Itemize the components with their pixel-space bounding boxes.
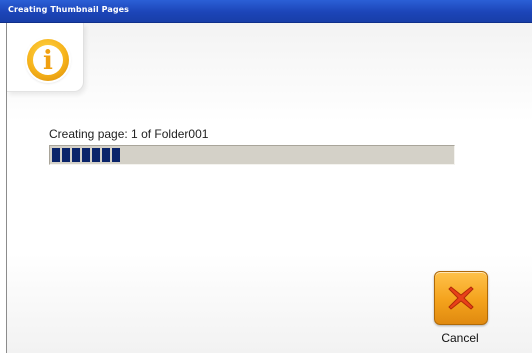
progress-block — [62, 148, 70, 162]
progress-block — [52, 148, 60, 162]
progress-block — [102, 148, 110, 162]
info-icon: i — [27, 39, 69, 81]
progress-block — [112, 148, 120, 162]
progress-block — [92, 148, 100, 162]
cancel-button[interactable]: Cancel — [427, 271, 493, 349]
dialog-content: i Creating page: 1 of Folder001 Cancel — [6, 23, 532, 353]
close-x-icon — [434, 271, 488, 325]
title-bar[interactable]: Creating Thumbnail Pages — [0, 0, 532, 23]
cancel-label: Cancel — [441, 331, 479, 345]
dialog-window: Creating Thumbnail Pages i Creating page… — [0, 0, 532, 353]
status-text: Creating page: 1 of Folder001 — [49, 127, 209, 141]
progress-bar — [49, 145, 455, 165]
window-title: Creating Thumbnail Pages — [8, 5, 130, 14]
icon-panel: i — [7, 23, 84, 92]
progress-fill — [52, 148, 120, 162]
progress-block — [72, 148, 80, 162]
progress-block — [82, 148, 90, 162]
